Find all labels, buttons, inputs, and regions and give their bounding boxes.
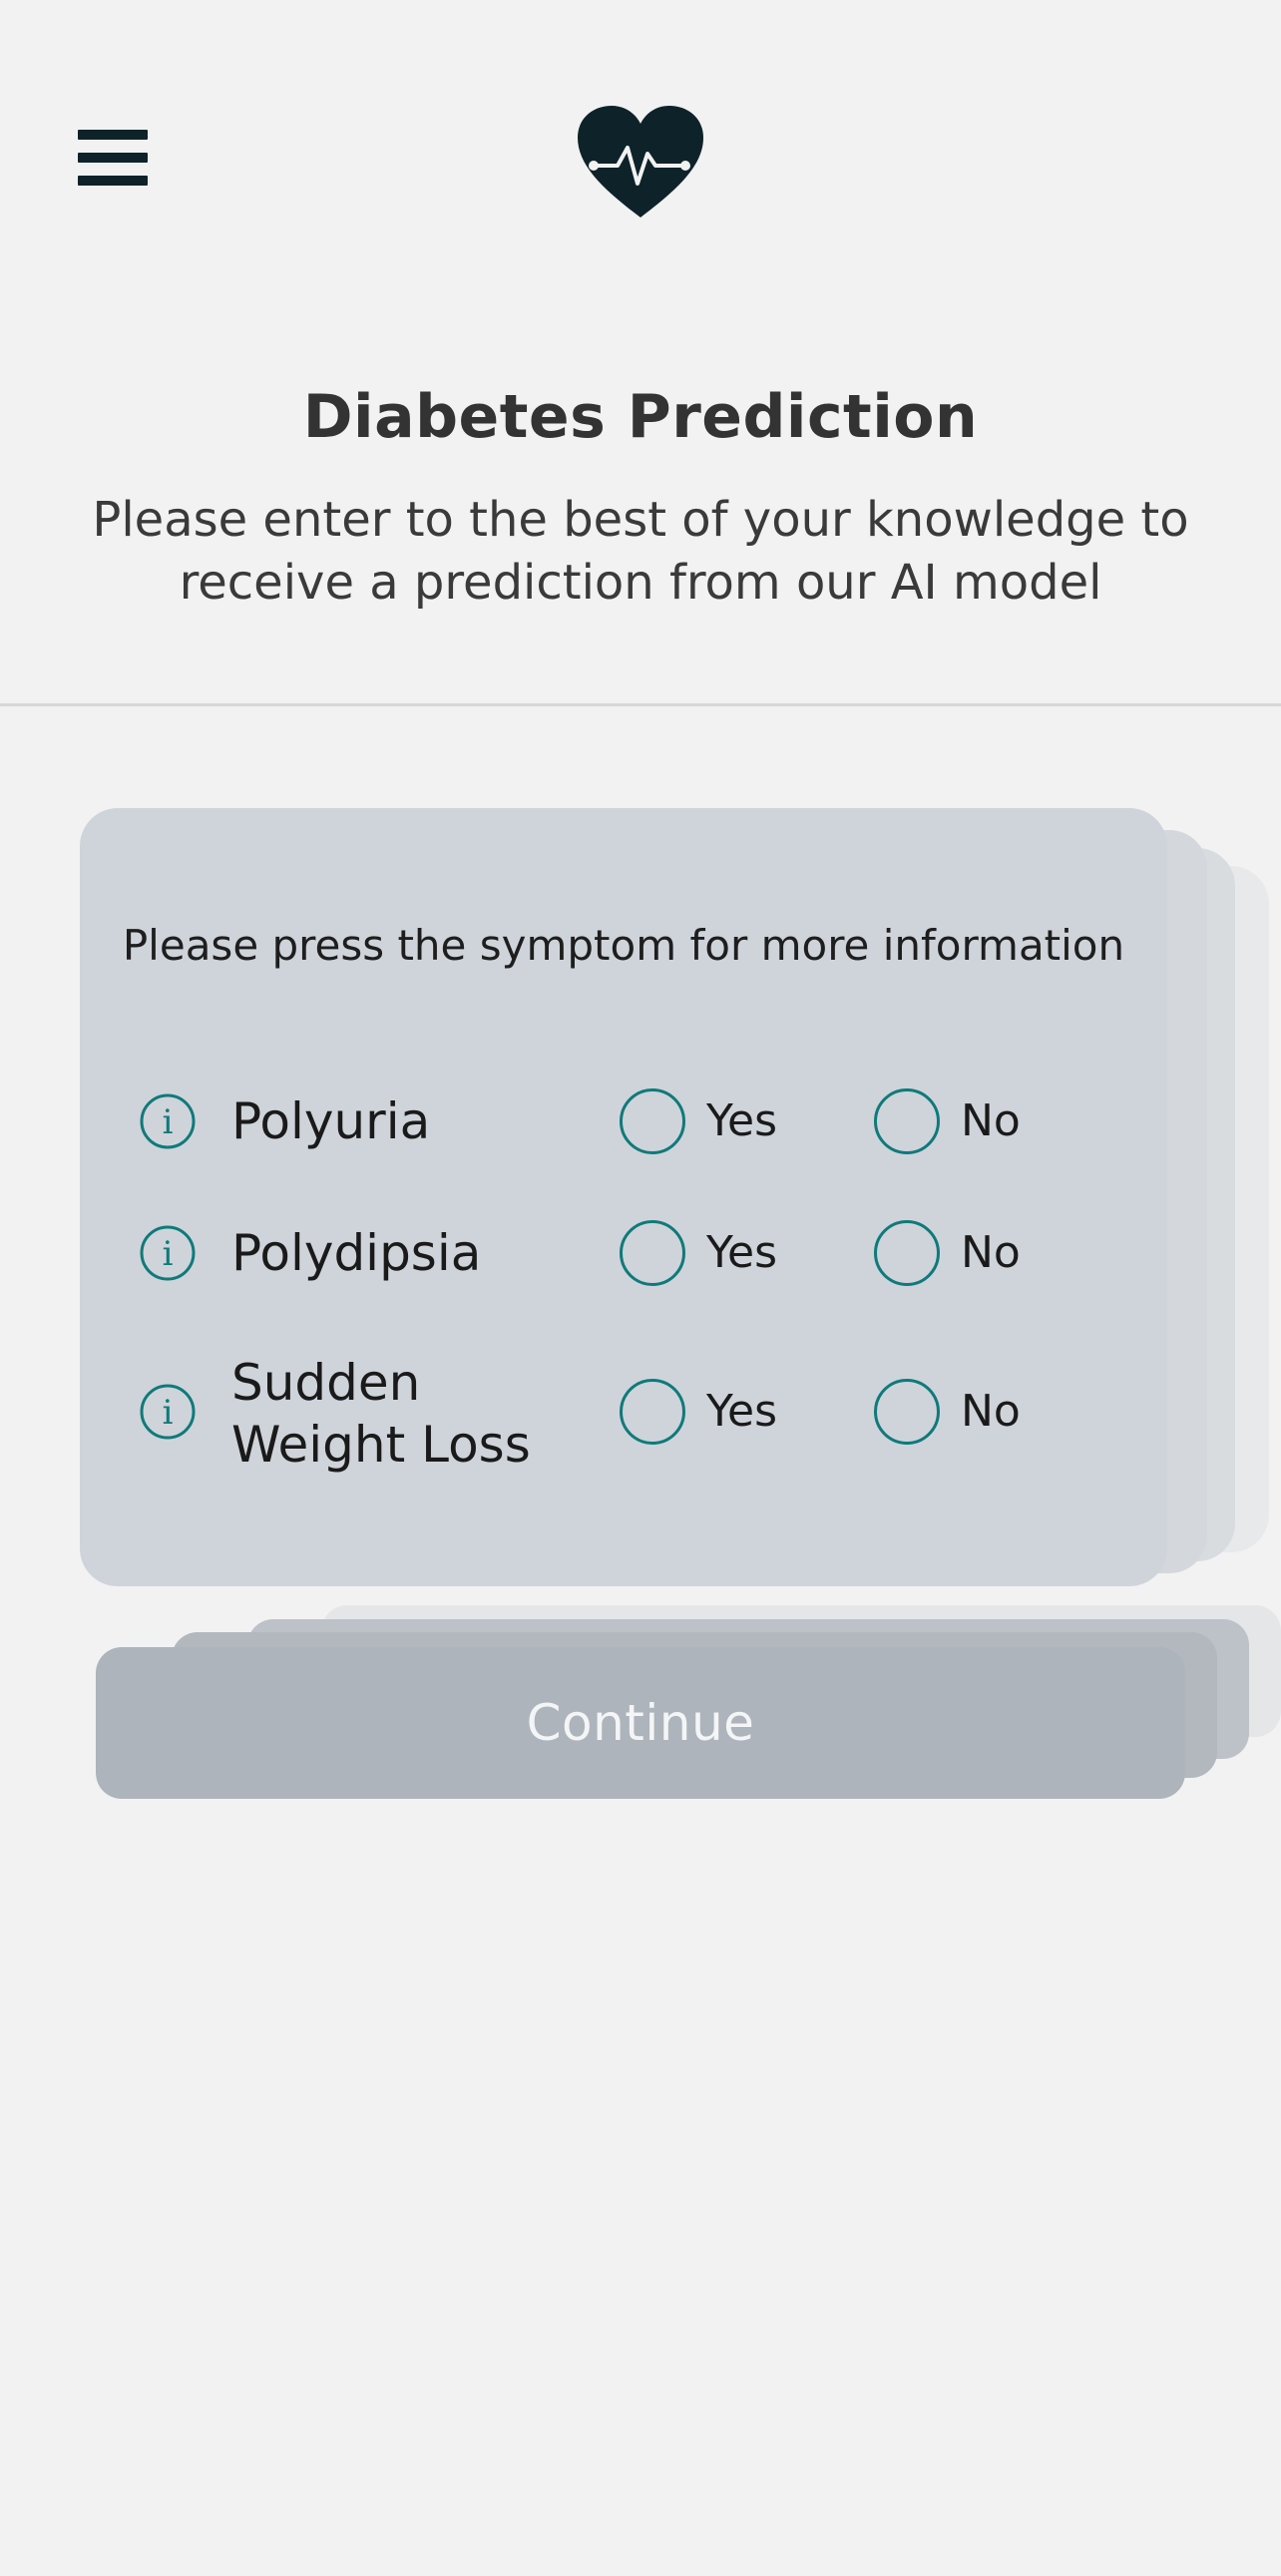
symptom-label-polyuria[interactable]: Polyuria [231,1090,430,1152]
info-icon[interactable]: i [140,1384,196,1440]
hamburger-menu-icon[interactable] [78,130,148,186]
symptom-label-line: Weight Loss [231,1416,531,1474]
info-icon[interactable]: i [140,1093,196,1149]
menu-bar [78,130,148,140]
svg-text:i: i [163,1102,174,1142]
page-title: Diabetes Prediction [302,382,979,452]
polyuria-yes-radio[interactable] [620,1088,685,1154]
polydipsia-yes-label[interactable]: Yes [706,1225,777,1281]
header-divider [0,703,1281,706]
page: Diabetes Prediction Please enter to the … [0,0,1281,2576]
polyuria-no-label[interactable]: No [961,1093,1021,1149]
polydipsia-no-label[interactable]: No [961,1225,1021,1281]
symptom-label-sudden-weight-loss[interactable]: Sudden Weight Loss [231,1352,531,1476]
polyuria-yes-label[interactable]: Yes [706,1093,777,1149]
info-icon[interactable]: i [140,1225,196,1281]
menu-bar [78,176,148,186]
page-subtitle: Please enter to the best of your knowled… [92,492,1189,611]
polydipsia-no-radio[interactable] [874,1220,940,1286]
weight-loss-yes-label[interactable]: Yes [706,1384,777,1440]
polyuria-no-radio[interactable] [874,1088,940,1154]
weight-loss-no-radio[interactable] [874,1379,940,1445]
symptom-label-polydipsia[interactable]: Polydipsia [231,1222,481,1284]
symptom-label-line: Sudden [231,1354,421,1412]
heart-pulse-icon [578,106,703,217]
card-hint: Please press the symptom for more inform… [122,921,1125,970]
continue-button[interactable]: Continue [96,1647,1185,1799]
svg-text:i: i [163,1234,174,1274]
polydipsia-yes-radio[interactable] [620,1220,685,1286]
symptom-card: Please press the symptom for more inform… [80,808,1167,1586]
weight-loss-no-label[interactable]: No [961,1384,1021,1440]
weight-loss-yes-radio[interactable] [620,1379,685,1445]
menu-bar [78,153,148,163]
svg-text:i: i [163,1393,174,1433]
